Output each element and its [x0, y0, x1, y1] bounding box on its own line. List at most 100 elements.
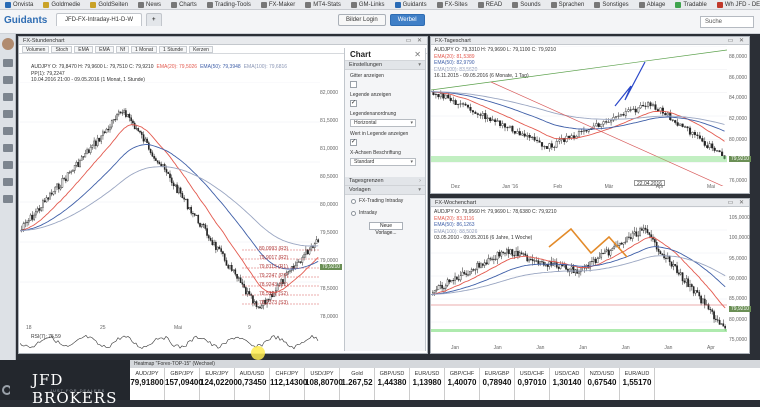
- bell-icon[interactable]: [3, 144, 13, 152]
- template-item-intraday[interactable]: Intraday: [345, 207, 425, 219]
- bookmark-label: Trading-Tools: [214, 1, 251, 8]
- bookmark-item[interactable]: FX-Sites: [432, 1, 473, 8]
- value-in-legend-label: Wert in Legende anzeigen: [350, 131, 409, 137]
- x-tick-label: Mai: [707, 184, 716, 190]
- section-general[interactable]: Einstellungen ▾: [345, 61, 425, 70]
- window-controls-icon[interactable]: ▭ ✕: [406, 37, 424, 45]
- intraday-price-chart[interactable]: [20, 82, 338, 322]
- bookmark-item[interactable]: Ablage: [634, 1, 671, 8]
- window-controls-icon[interactable]: ▭ ✕: [728, 37, 746, 45]
- add-tab-button[interactable]: +: [146, 13, 162, 26]
- window-controls-icon[interactable]: ▭ ✕: [728, 199, 746, 207]
- candle-body: [570, 135, 573, 138]
- toolbar-button[interactable]: 1 Monat: [130, 45, 158, 53]
- legend-arrangement-select[interactable]: Horizontal ▾: [350, 119, 416, 127]
- folder-icon[interactable]: [3, 59, 13, 67]
- bookmark-item[interactable]: GoldSeiten: [85, 1, 133, 8]
- x-tick-label: Feb: [553, 184, 563, 190]
- candle-body: [197, 214, 200, 224]
- toolbar-button[interactable]: EMA: [95, 45, 114, 53]
- show-legend-label: Legende anzeigen: [350, 92, 392, 98]
- avatar[interactable]: [2, 38, 14, 50]
- heatmap-tile[interactable]: EUR/USD 1,13980: [410, 368, 445, 400]
- candle-body: [649, 102, 652, 107]
- heatmap-tile[interactable]: GBP/JPY 157,09400: [165, 368, 203, 400]
- heatmap-tile[interactable]: CHF/JPY 112,14300: [270, 368, 307, 400]
- bookmark-item[interactable]: Wh JFD - DEM: [712, 1, 760, 8]
- toolbar-button[interactable]: Volumen: [22, 45, 50, 53]
- candle-body: [528, 135, 531, 138]
- heatmap-tile[interactable]: Gold 1.267,52: [340, 368, 375, 400]
- heatmap-tile[interactable]: GBP/CHF 1,40070: [445, 368, 480, 400]
- tab-workspace[interactable]: JFD-FX-Intraday-H1-D-W: [56, 13, 143, 26]
- candle-body: [578, 271, 580, 274]
- candle-body: [605, 249, 608, 252]
- candle-body: [439, 93, 442, 98]
- heatmap-tile[interactable]: AUD/JPY 79,91800: [130, 368, 165, 400]
- star-icon[interactable]: [3, 76, 13, 84]
- candle-body: [290, 265, 293, 271]
- y-tick-label: 82,0000: [729, 116, 748, 122]
- chart-icon[interactable]: [3, 93, 13, 101]
- news-icon[interactable]: [3, 127, 13, 135]
- toolbar-button[interactable]: Kerzen: [189, 45, 213, 53]
- heatmap-tile[interactable]: EUR/GBP 0,78940: [480, 368, 515, 400]
- bookmark-item[interactable]: READ: [473, 1, 508, 8]
- help-icon[interactable]: [3, 195, 13, 203]
- search-input[interactable]: Suche: [700, 16, 754, 28]
- toolbar-button[interactable]: Stoch: [51, 45, 73, 53]
- bookmark-item[interactable]: Sounds: [507, 1, 545, 8]
- template-item-fx-intraday[interactable]: FX-Trading Intraday: [345, 195, 425, 207]
- section-day-limits[interactable]: Tagesgrenzen ›: [345, 177, 425, 186]
- bookmark-item[interactable]: Guidants: [390, 1, 432, 8]
- daily-price-chart[interactable]: [431, 46, 727, 186]
- toolbar-button[interactable]: EMA: [74, 45, 94, 53]
- section-templates[interactable]: Vorlagen ▾: [345, 186, 425, 195]
- new-template-button[interactable]: Neue Vorlage...: [369, 222, 403, 236]
- heatmap-tile[interactable]: USD/CAD 1,30140: [550, 368, 585, 400]
- bookmark-item[interactable]: MT4-Stats: [300, 1, 346, 8]
- bookmark-item[interactable]: Onvista: [0, 1, 38, 8]
- candle-body: [671, 119, 674, 121]
- tools-icon[interactable]: [3, 161, 13, 169]
- promo-button[interactable]: Werbel: [389, 14, 425, 26]
- toolbar-button[interactable]: 1 Stunde: [159, 45, 188, 53]
- heatmap-tile[interactable]: EUR/JPY 124,02200: [200, 368, 238, 400]
- grid-checkbox[interactable]: [350, 81, 357, 88]
- bookmark-item[interactable]: FX-Maker: [256, 1, 300, 8]
- app-logo[interactable]: Guidants: [4, 15, 47, 26]
- candle-body: [668, 256, 671, 262]
- users-icon[interactable]: [3, 178, 13, 186]
- bookmark-item[interactable]: Trading-Tools: [202, 1, 256, 8]
- heatmap-tile[interactable]: USD/JPY 108,80700: [305, 368, 343, 400]
- favicon-icon: [550, 1, 557, 8]
- heatmap-tile[interactable]: EUR/AUD 1,55170: [620, 368, 655, 400]
- heatmap-tile[interactable]: USD/CHF 0,97010: [515, 368, 550, 400]
- rsi-indicator[interactable]: [20, 333, 338, 351]
- show-legend-checkbox[interactable]: ✓: [350, 100, 357, 107]
- bookmark-item[interactable]: GM-Links: [346, 1, 390, 8]
- candle-body: [678, 272, 680, 275]
- bookmark-item[interactable]: Sonstiges: [589, 1, 633, 8]
- bookmark-item[interactable]: Sprachen: [546, 1, 590, 8]
- candle-body: [511, 125, 514, 132]
- heatmap-tile[interactable]: NZD/USD 0,67540: [585, 368, 620, 400]
- heatmap-tile[interactable]: GBP/USD 1,44380: [375, 368, 410, 400]
- chevron-right-icon: ›: [419, 178, 421, 184]
- login-button[interactable]: Bilder Login: [338, 14, 386, 26]
- bookmark-item[interactable]: Tradable: [670, 1, 711, 8]
- bookmark-item[interactable]: Charts: [166, 1, 202, 8]
- bookmark-item[interactable]: News: [133, 1, 166, 8]
- y-tick-label: 79,5000: [320, 230, 339, 236]
- x-axis-label-select[interactable]: Standard ▾: [350, 158, 416, 166]
- briefcase-icon[interactable]: [3, 110, 13, 118]
- weekly-price-chart[interactable]: [431, 207, 727, 345]
- heatmap-tile[interactable]: AUD/USD 0,73450: [235, 368, 270, 400]
- value-in-legend-checkbox[interactable]: ✓: [350, 139, 357, 146]
- candle-body: [153, 155, 155, 159]
- candle-body: [149, 149, 152, 153]
- toolbar-button[interactable]: Nf: [115, 45, 129, 53]
- bookmark-item[interactable]: Goldmedie: [38, 1, 85, 8]
- candle-body: [91, 144, 94, 148]
- close-icon[interactable]: ✕: [414, 48, 421, 61]
